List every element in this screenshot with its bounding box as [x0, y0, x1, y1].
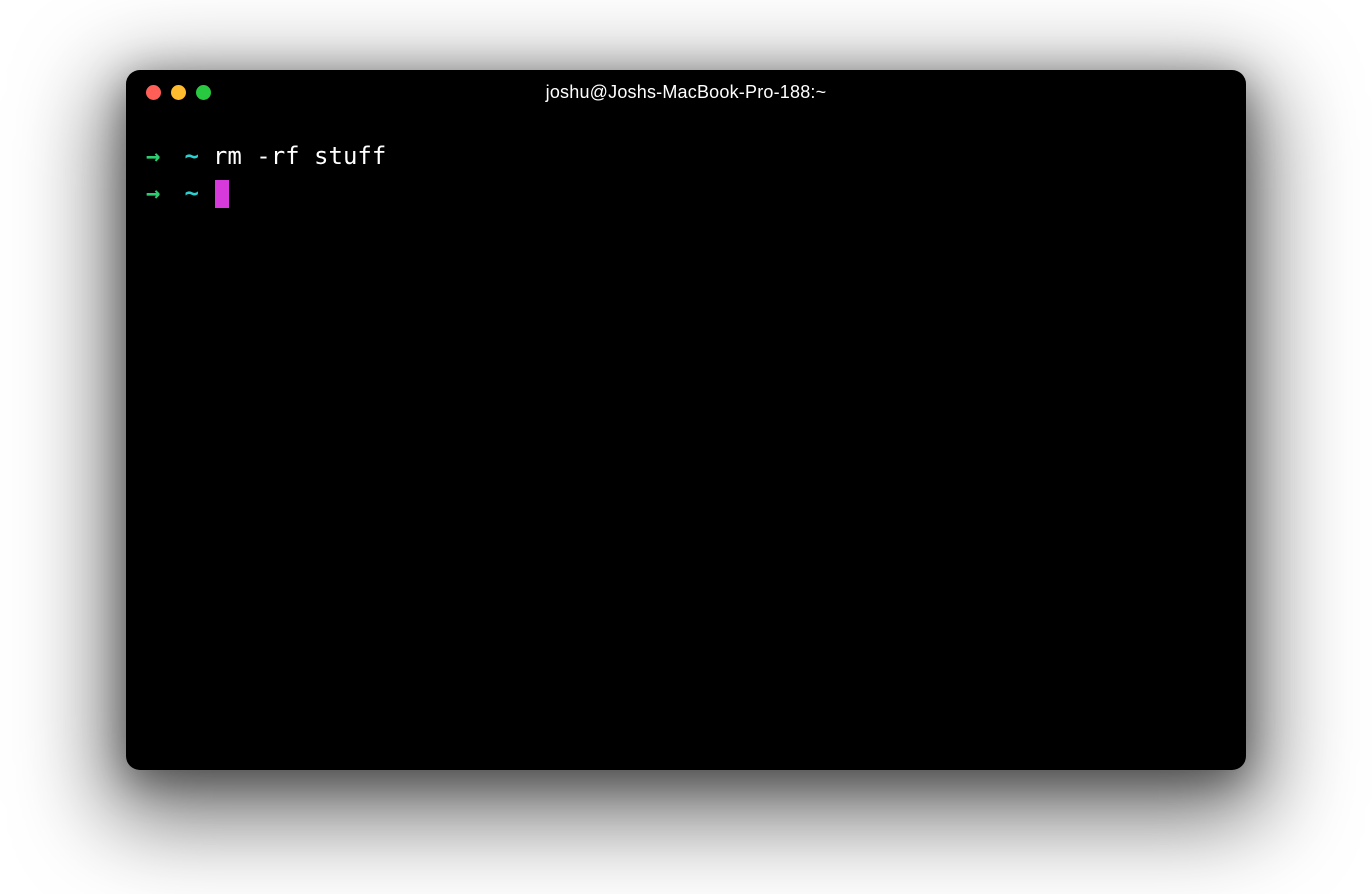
close-button[interactable]	[146, 85, 161, 100]
terminal-body[interactable]: → ~ rm -rf stuff → ~	[126, 114, 1246, 770]
command-text: rm -rf stuff	[213, 138, 386, 175]
prompt-path: ~	[184, 138, 198, 175]
title-bar[interactable]: joshu@Joshs-MacBook-Pro-188:~	[126, 70, 1246, 114]
window-title: joshu@Joshs-MacBook-Pro-188:~	[146, 82, 1226, 103]
prompt-arrow-icon: →	[146, 138, 160, 175]
terminal-line: → ~	[146, 175, 1226, 212]
minimize-button[interactable]	[171, 85, 186, 100]
prompt-arrow-icon: →	[146, 175, 160, 212]
traffic-lights	[146, 85, 211, 100]
prompt-path: ~	[184, 175, 198, 212]
terminal-window: joshu@Joshs-MacBook-Pro-188:~ → ~ rm -rf…	[126, 70, 1246, 770]
cursor	[215, 180, 229, 208]
maximize-button[interactable]	[196, 85, 211, 100]
terminal-line: → ~ rm -rf stuff	[146, 138, 1226, 175]
